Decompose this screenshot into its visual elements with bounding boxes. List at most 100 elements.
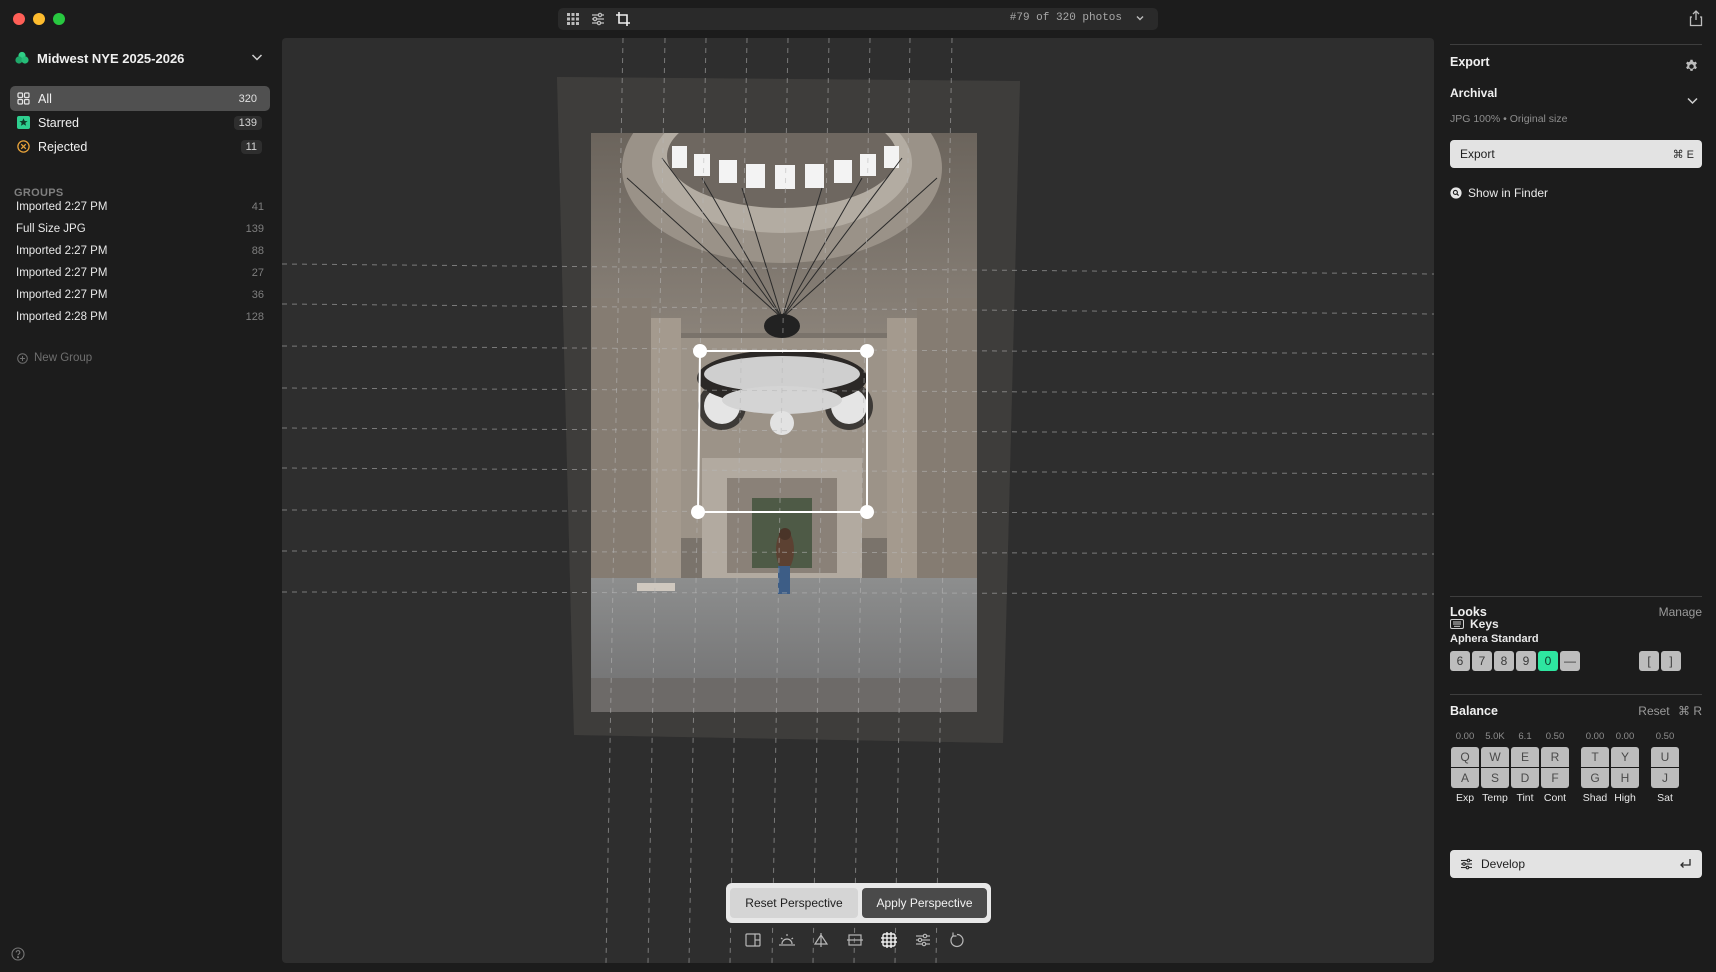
rotate-icon[interactable] — [948, 931, 966, 949]
keys-title: Keys — [1470, 617, 1499, 631]
chevron-down-icon[interactable] — [1686, 94, 1699, 107]
sidebar-item-all[interactable]: All 320 — [10, 86, 270, 111]
group-label: Imported 2:27 PM — [16, 267, 108, 279]
close-window-button[interactable] — [13, 13, 25, 25]
exposure-icon[interactable] — [778, 931, 796, 949]
grid-icon[interactable] — [565, 11, 581, 27]
gear-icon[interactable] — [1684, 58, 1699, 73]
look-key[interactable]: 6 — [1450, 651, 1470, 671]
develop-button[interactable]: Develop — [1450, 850, 1702, 878]
handle-top-right[interactable] — [860, 344, 874, 358]
high-decrease-key[interactable]: H — [1611, 768, 1639, 788]
sidebar-item-count: 11 — [240, 139, 262, 154]
next-look-key[interactable]: ] — [1661, 651, 1681, 671]
tint-decrease-key[interactable]: D — [1511, 768, 1539, 788]
exp-label: Exp — [1455, 792, 1475, 804]
exp-value: 0.00 — [1455, 731, 1475, 742]
group-count: 88 — [251, 245, 264, 257]
previous-look-key[interactable]: [ — [1639, 651, 1659, 671]
perspective-icon[interactable] — [880, 931, 898, 949]
manage-looks-button[interactable]: Manage — [1659, 605, 1702, 619]
develop-label: Develop — [1481, 857, 1526, 871]
zoom-window-button[interactable] — [53, 13, 65, 25]
help-icon[interactable] — [11, 947, 25, 961]
temp-decrease-key[interactable]: S — [1481, 768, 1509, 788]
group-item[interactable]: Full Size JPG 139 — [16, 219, 266, 239]
show-in-finder-link[interactable]: Show in Finder — [1450, 186, 1548, 200]
reset-perspective-button[interactable]: Reset Perspective — [730, 888, 858, 918]
library-title[interactable]: Midwest NYE 2025-2026 — [15, 46, 184, 70]
crop-icon[interactable] — [615, 11, 631, 27]
perspective-editor[interactable] — [282, 38, 1434, 963]
tint-value: 6.1 — [1518, 731, 1532, 742]
group-item[interactable]: Imported 2:28 PM 128 — [16, 307, 266, 327]
export-preset-name[interactable]: Archival — [1450, 86, 1497, 100]
look-key-active[interactable]: 0 — [1538, 651, 1558, 671]
photo-canvas[interactable]: Reset Perspective Apply Perspective — [282, 38, 1434, 963]
apply-perspective-button[interactable]: Apply Perspective — [862, 888, 987, 918]
group-label: Imported 2:28 PM — [16, 311, 108, 323]
group-item[interactable]: Imported 2:27 PM 41 — [16, 197, 266, 217]
balance-icon[interactable] — [812, 931, 830, 949]
sidebar-item-label: Rejected — [38, 139, 88, 154]
toolbar: #79 of 320 photos — [558, 8, 1158, 30]
look-key[interactable]: — — [1560, 651, 1580, 671]
sliders-icon[interactable] — [590, 11, 606, 27]
library-name: Midwest NYE 2025-2026 — [37, 50, 185, 66]
title-bar: #79 of 320 photos — [0, 0, 1716, 38]
handle-bottom-right[interactable] — [860, 505, 874, 519]
look-key[interactable]: 9 — [1516, 651, 1536, 671]
reset-balance-button[interactable]: Reset ⌘ R — [1638, 704, 1702, 718]
shad-decrease-key[interactable]: G — [1581, 768, 1609, 788]
layout-icon[interactable] — [744, 931, 762, 949]
high-label: High — [1614, 792, 1636, 804]
group-item[interactable]: Imported 2:27 PM 36 — [16, 285, 266, 305]
sidebar: Midwest NYE 2025-2026 All 320 Starred 13… — [0, 38, 282, 972]
group-count: 128 — [245, 311, 264, 323]
group-label: Imported 2:27 PM — [16, 201, 108, 213]
high-value: 0.00 — [1615, 731, 1635, 742]
export-title: Export — [1450, 55, 1490, 69]
divider — [1450, 596, 1702, 597]
group-item[interactable]: Imported 2:27 PM 27 — [16, 263, 266, 283]
high-increase-key[interactable]: Y — [1611, 747, 1639, 767]
handle-bottom-left[interactable] — [691, 505, 705, 519]
share-icon[interactable] — [1688, 9, 1704, 27]
export-button[interactable]: Export ⌘ E — [1450, 140, 1702, 168]
sidebar-item-rejected[interactable]: Rejected 11 — [10, 134, 270, 159]
group-label: Full Size JPG — [16, 223, 86, 235]
export-shortcut: ⌘ E — [1672, 148, 1694, 161]
perspective-actions: Reset Perspective Apply Perspective — [726, 883, 991, 923]
cont-increase-key[interactable]: R — [1541, 747, 1569, 767]
shad-increase-key[interactable]: T — [1581, 747, 1609, 767]
keys-section-header[interactable]: Keys — [1450, 617, 1499, 631]
minimize-window-button[interactable] — [33, 13, 45, 25]
adjust-icon[interactable] — [914, 931, 932, 949]
shad-value: 0.00 — [1585, 731, 1605, 742]
balance-title: Balance — [1450, 704, 1498, 718]
handle-top-left[interactable] — [693, 344, 707, 358]
cont-decrease-key[interactable]: F — [1541, 768, 1569, 788]
crop-tools — [744, 931, 966, 949]
divider — [1450, 694, 1702, 695]
exp-increase-key[interactable]: Q — [1451, 747, 1479, 767]
temp-value: 5.0K — [1485, 731, 1505, 742]
sliders-icon — [1461, 858, 1472, 870]
tint-increase-key[interactable]: E — [1511, 747, 1539, 767]
group-item[interactable]: Imported 2:27 PM 88 — [16, 241, 266, 261]
new-group-button[interactable]: New Group — [17, 352, 92, 364]
sidebar-item-starred[interactable]: Starred 139 — [10, 110, 270, 135]
look-key[interactable]: 7 — [1472, 651, 1492, 671]
exp-decrease-key[interactable]: A — [1451, 768, 1479, 788]
chevron-down-icon[interactable] — [1134, 12, 1146, 24]
sat-increase-key[interactable]: U — [1651, 747, 1679, 767]
look-key[interactable]: 8 — [1494, 651, 1514, 671]
temp-increase-key[interactable]: W — [1481, 747, 1509, 767]
sat-decrease-key[interactable]: J — [1651, 768, 1679, 788]
group-count: 27 — [251, 267, 264, 279]
group-count: 36 — [251, 289, 264, 301]
group-label: Imported 2:27 PM — [16, 245, 108, 257]
star-icon — [17, 116, 30, 129]
horizon-icon[interactable] — [846, 931, 864, 949]
chevron-down-icon[interactable] — [250, 50, 264, 64]
